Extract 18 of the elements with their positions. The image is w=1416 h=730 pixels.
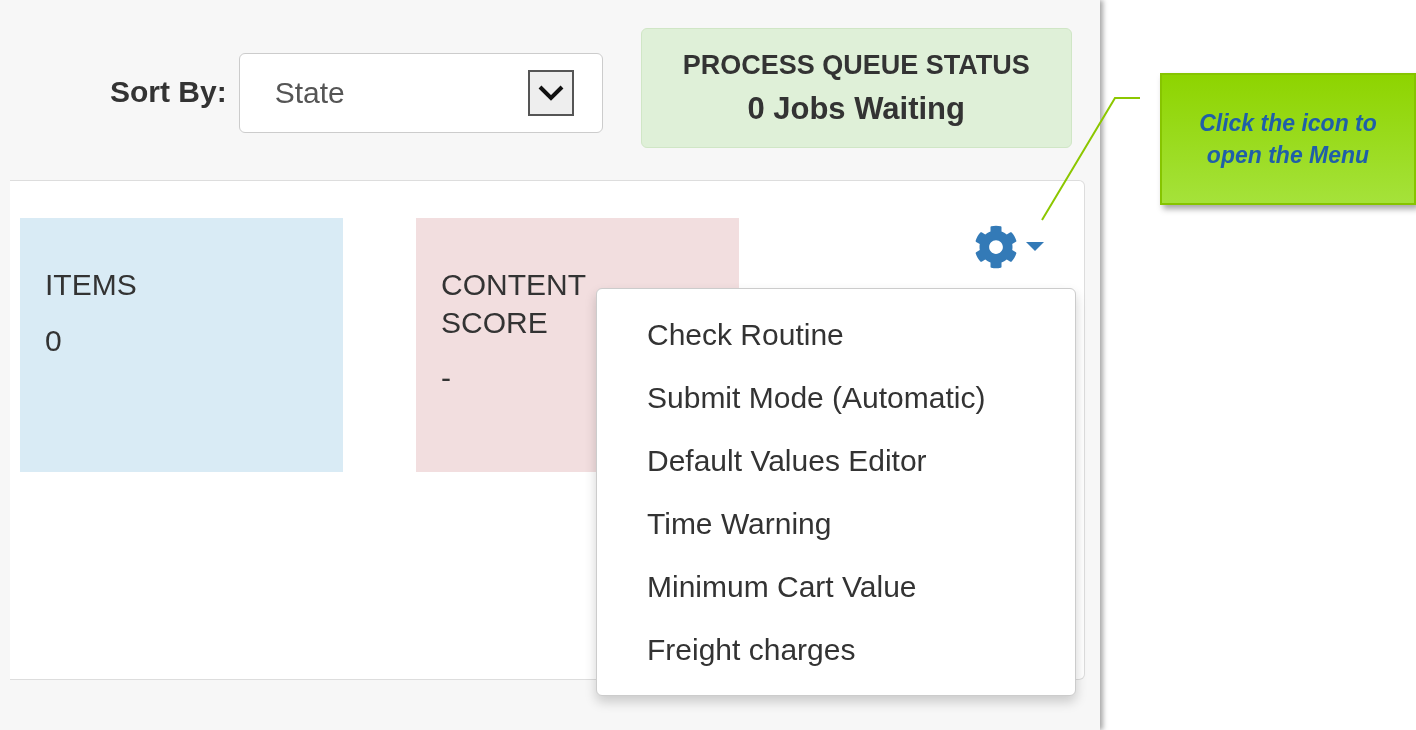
- menu-item[interactable]: Default Values Editor: [597, 429, 1075, 492]
- caret-icon: [1026, 242, 1044, 252]
- card-title: ITEMS: [45, 267, 138, 303]
- menu-item[interactable]: Minimum Cart Value: [597, 555, 1075, 618]
- menu-item[interactable]: Submit Mode (Automatic): [597, 366, 1075, 429]
- card-title: CONTENT SCORE: [441, 267, 587, 341]
- queue-status-title: PROCESS QUEUE STATUS: [682, 49, 1030, 81]
- settings-icon: [974, 225, 1018, 269]
- card-value: 0: [45, 323, 63, 358]
- menu-item[interactable]: Check Routine: [597, 303, 1075, 366]
- jobs-waiting: 0 Jobs Waiting: [747, 90, 965, 127]
- menu-item[interactable]: Time Warning: [597, 492, 1075, 555]
- chevron-down-icon: [527, 70, 574, 116]
- menu-item[interactable]: Freight charges: [597, 618, 1075, 681]
- sort-by-label: Sort By:: [110, 75, 227, 109]
- callout-note: Click the icon to open the Menu: [1160, 73, 1416, 205]
- sort-select[interactable]: State: [238, 53, 603, 133]
- card-value: -: [441, 361, 452, 395]
